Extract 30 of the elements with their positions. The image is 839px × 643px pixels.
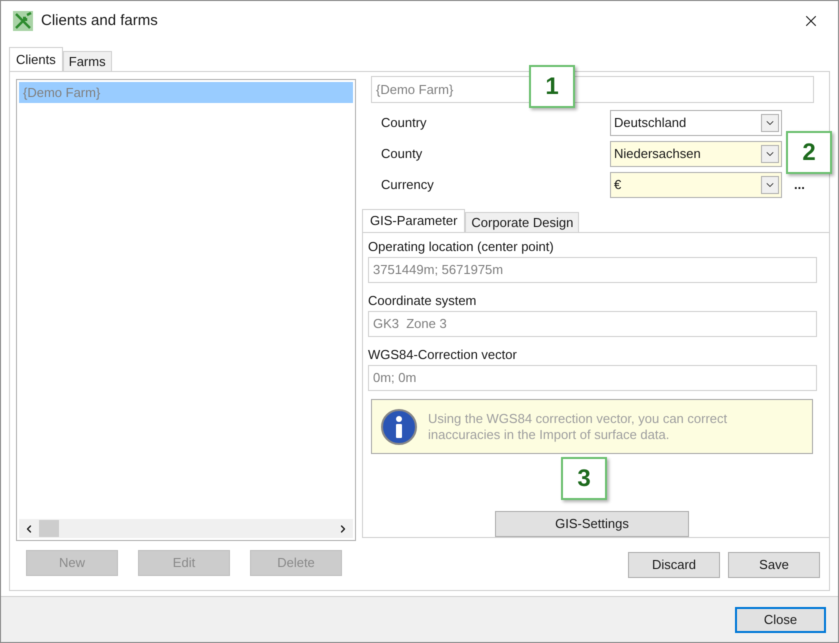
app-logo-icon [13, 11, 33, 31]
field-label: Coordinate system [368, 292, 478, 310]
text-field[interactable]: GK3 Zone 3 [368, 311, 817, 337]
field-label: Operating location (center point) [368, 238, 555, 256]
tab[interactable]: Clients [9, 47, 63, 71]
more-button[interactable]: ... [794, 174, 805, 194]
action-button[interactable]: Save [728, 552, 820, 578]
callout-label: 2 [786, 131, 832, 174]
tab[interactable]: Farms [62, 51, 112, 71]
callout-label: 1 [529, 65, 575, 108]
field-label: Country [381, 114, 428, 132]
tab[interactable]: GIS-Parameter [362, 209, 466, 232]
tab[interactable]: Corporate Design [465, 212, 580, 232]
action-button[interactable]: Discard [628, 552, 720, 578]
window-title: Clients and farms [41, 10, 158, 31]
field-label: Currency [381, 176, 435, 194]
info-icon [380, 408, 418, 446]
scrollbar-thumb[interactable] [39, 520, 59, 537]
field-label: County [381, 144, 424, 163]
dropdown[interactable]: Niedersachsen [610, 140, 782, 166]
close-button[interactable]: Close [735, 606, 826, 632]
gis-settings-button[interactable]: GIS-Settings [495, 511, 689, 537]
info-text: Using the WGS84 correction vector, you can correct inaccuracies in the Import of surface data. [428, 410, 728, 442]
dropdown[interactable]: Deutschland [610, 110, 782, 136]
dropdown[interactable]: € [610, 172, 782, 198]
text-field[interactable]: 3751449m; 5671975m [368, 257, 817, 283]
field-label: WGS84-Correction vector [368, 346, 518, 364]
horizontal-scrollbar[interactable] [19, 519, 353, 538]
callout-label: 3 [561, 457, 607, 500]
text-field[interactable]: 0m; 0m [368, 365, 817, 391]
